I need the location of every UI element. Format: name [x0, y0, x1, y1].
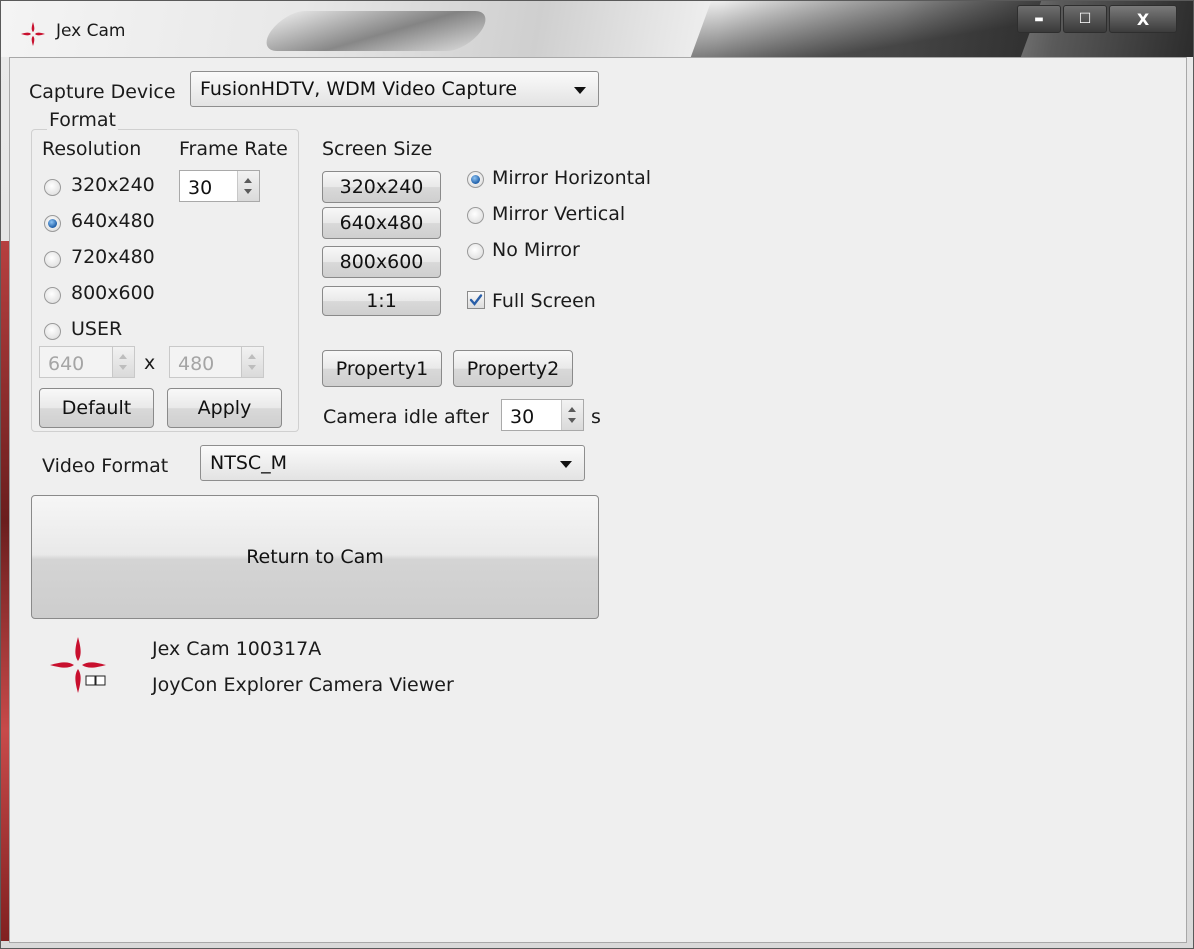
- spinner-arrows[interactable]: [561, 400, 583, 430]
- maximize-icon: ☐: [1078, 11, 1092, 27]
- video-format-value: NTSC_M: [210, 452, 288, 474]
- times-label: x: [144, 352, 156, 374]
- close-icon: X: [1136, 9, 1150, 29]
- return-to-cam-button[interactable]: Return to Cam: [31, 495, 599, 619]
- property2-label: Property2: [466, 357, 560, 380]
- spin-down-icon: [568, 418, 576, 423]
- titlebar-decoration: [256, 11, 496, 51]
- radio-mirror-vertical-label[interactable]: Mirror Vertical: [492, 203, 625, 225]
- spin-down-icon: [119, 365, 127, 370]
- radio-no-mirror[interactable]: [467, 243, 484, 260]
- spin-down-icon: [244, 189, 252, 194]
- screen-size-label: Screen Size: [322, 138, 433, 160]
- app-logo-icon: [50, 637, 106, 693]
- radio-res-user[interactable]: [44, 323, 61, 340]
- screen-size-800x600-button[interactable]: 800x600: [322, 246, 441, 278]
- capture-device-label: Capture Device: [29, 81, 176, 103]
- spinner-arrows[interactable]: [112, 347, 134, 377]
- video-format-label: Video Format: [42, 455, 169, 477]
- checkmark-icon: [469, 294, 483, 306]
- minimize-button[interactable]: ▬: [1017, 5, 1061, 33]
- spinner-arrows[interactable]: [241, 347, 263, 377]
- screen-size-320x240-label: 320x240: [339, 176, 424, 198]
- camera-idle-label: Camera idle after: [323, 406, 489, 428]
- spin-up-icon: [244, 178, 252, 183]
- frame-rate-spinner[interactable]: 30: [179, 170, 260, 202]
- return-to-cam-label: Return to Cam: [246, 546, 384, 568]
- radio-no-mirror-label[interactable]: No Mirror: [492, 239, 580, 261]
- fullscreen-checkbox[interactable]: [467, 291, 485, 309]
- chevron-down-icon: [560, 461, 572, 468]
- radio-res-user-label[interactable]: USER: [71, 318, 122, 340]
- user-width-value: 640: [48, 353, 85, 375]
- radio-res-720x480[interactable]: [44, 251, 61, 268]
- radio-mirror-horizontal-label[interactable]: Mirror Horizontal: [492, 167, 651, 189]
- minimize-icon: ▬: [1034, 13, 1044, 25]
- screen-size-640x480-button[interactable]: 640x480: [322, 207, 441, 239]
- radio-res-320x240-label[interactable]: 320x240: [71, 174, 155, 196]
- screen-size-1to1-label: 1:1: [366, 290, 397, 312]
- screen-size-640x480-label: 640x480: [339, 212, 424, 234]
- format-group-label: Format: [47, 109, 118, 131]
- default-button[interactable]: Default: [39, 388, 154, 428]
- property2-button[interactable]: Property2: [453, 350, 573, 387]
- user-width-spinner[interactable]: 640: [39, 346, 135, 378]
- camera-idle-value: 30: [510, 406, 535, 428]
- property1-label: Property1: [335, 357, 429, 380]
- radio-res-640x480-label[interactable]: 640x480: [71, 210, 155, 232]
- screen-size-320x240-button[interactable]: 320x240: [322, 171, 441, 203]
- app-window: Jex Cam ▬ ☐ X Capture Device FusionHDTV,…: [0, 0, 1194, 949]
- radio-res-720x480-label[interactable]: 720x480: [71, 246, 155, 268]
- window-title: Jex Cam: [56, 21, 126, 41]
- screen-size-800x600-label: 800x600: [339, 251, 424, 273]
- user-height-spinner[interactable]: 480: [169, 346, 264, 378]
- radio-res-800x600-label[interactable]: 800x600: [71, 282, 155, 304]
- apply-button[interactable]: Apply: [167, 388, 282, 428]
- close-button[interactable]: X: [1109, 5, 1177, 33]
- spin-up-icon: [568, 407, 576, 412]
- capture-device-select[interactable]: FusionHDTV, WDM Video Capture: [190, 71, 599, 107]
- user-height-value: 480: [178, 353, 215, 375]
- apply-button-label: Apply: [197, 397, 252, 419]
- window-controls: ▬ ☐ X: [1015, 5, 1177, 35]
- radio-res-320x240[interactable]: [44, 179, 61, 196]
- default-button-label: Default: [61, 397, 132, 419]
- maximize-button[interactable]: ☐: [1063, 5, 1107, 33]
- spin-up-icon: [119, 354, 127, 359]
- camera-idle-unit: s: [591, 406, 601, 428]
- chevron-down-icon: [574, 87, 586, 94]
- radio-mirror-horizontal[interactable]: [467, 171, 484, 188]
- camera-idle-spinner[interactable]: 30: [501, 399, 584, 431]
- radio-mirror-vertical[interactable]: [467, 207, 484, 224]
- frame-rate-label: Frame Rate: [179, 138, 288, 160]
- spin-up-icon: [248, 354, 256, 359]
- fullscreen-label[interactable]: Full Screen: [492, 290, 596, 312]
- radio-res-800x600[interactable]: [44, 287, 61, 304]
- titlebar-decoration: [690, 1, 1042, 57]
- about-description: JoyCon Explorer Camera Viewer: [152, 674, 454, 696]
- resolution-label: Resolution: [42, 138, 142, 160]
- radio-res-640x480[interactable]: [44, 215, 61, 232]
- app-logo-icon: [21, 22, 45, 46]
- frame-rate-value: 30: [188, 177, 213, 199]
- spin-down-icon: [248, 365, 256, 370]
- property1-button[interactable]: Property1: [322, 350, 442, 387]
- window-edge-reflection: [1, 241, 9, 941]
- screen-size-1to1-button[interactable]: 1:1: [322, 286, 441, 316]
- about-version: Jex Cam 100317A: [152, 638, 322, 660]
- spinner-arrows[interactable]: [237, 171, 259, 201]
- title-bar[interactable]: Jex Cam ▬ ☐ X: [1, 1, 1193, 57]
- video-format-select[interactable]: NTSC_M: [200, 445, 585, 481]
- capture-device-value: FusionHDTV, WDM Video Capture: [200, 78, 518, 100]
